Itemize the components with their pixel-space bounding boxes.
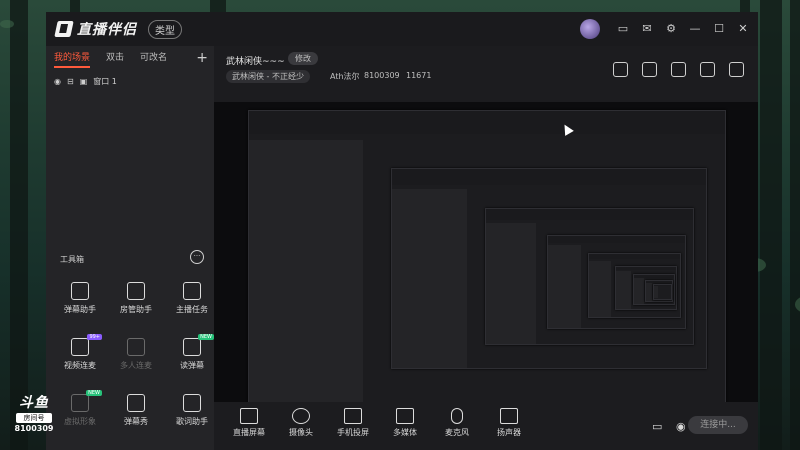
more-icon[interactable]: ··· bbox=[190, 250, 204, 264]
mode-badge[interactable]: 类型 bbox=[148, 19, 182, 39]
tab-double-click[interactable]: 双击 bbox=[98, 46, 132, 70]
screen-icon bbox=[240, 408, 258, 424]
app-window: 直播伴侣 类型 ▭ ✉ ⚙ — ☐ ✕ 我的场景 双击 可改名 + ◉ ⊟ ▣ … bbox=[46, 12, 758, 450]
app-logo: 直播伴侣 类型 bbox=[54, 18, 182, 40]
tool-item[interactable]: NEW 读弹幕 bbox=[164, 334, 220, 371]
tool-item[interactable]: 多人连麦 bbox=[108, 338, 164, 371]
watermark-id: 8100309 bbox=[14, 424, 54, 433]
tool-label: 房管助手 bbox=[120, 305, 152, 314]
media-icon bbox=[396, 408, 414, 424]
window-controls: ▭ ✉ ⚙ — ☐ ✕ bbox=[580, 19, 750, 39]
room-header: 武林闲侠~~~ 修改 武林闲侠 - 不正经少 Ath法尔 8100309 116… bbox=[214, 46, 758, 102]
tool-label: 主播任务 bbox=[176, 305, 208, 314]
logo-icon bbox=[54, 21, 74, 37]
tool-item[interactable]: 弹幕助手 bbox=[52, 282, 108, 315]
speaker-icon bbox=[500, 408, 518, 424]
phone-cast-icon bbox=[344, 408, 362, 424]
bottom-toolbar: 直播屏幕 摄像头 手机投屏 多媒体 麦克风 扬声器 ▭ ◉ ⚙ 连接中... bbox=[214, 402, 758, 450]
eye-icon[interactable]: ◉ bbox=[676, 420, 686, 433]
tool-item[interactable]: 房管助手 bbox=[108, 282, 164, 315]
room-title: 武林闲侠~~~ bbox=[226, 57, 285, 67]
close-icon[interactable]: ✕ bbox=[736, 22, 750, 36]
watermark-logo: 斗鱼 bbox=[19, 395, 49, 411]
share-icon[interactable] bbox=[729, 62, 744, 77]
stream-preview[interactable] bbox=[214, 102, 758, 402]
tool-icon bbox=[127, 338, 145, 356]
tool-label: 弹幕秀 bbox=[124, 417, 148, 426]
tool-tag: NEW bbox=[86, 390, 102, 396]
tool-icon: 99+ bbox=[71, 334, 102, 356]
edit-button[interactable]: 修改 bbox=[288, 52, 318, 65]
tool-icon bbox=[71, 282, 89, 300]
message-icon[interactable]: ✉ bbox=[640, 22, 654, 36]
room-id: 8100309 bbox=[364, 71, 400, 80]
tool-item[interactable]: 弹幕秀 bbox=[108, 394, 164, 427]
tab-rename[interactable]: 可改名 bbox=[132, 46, 175, 70]
camera-button[interactable]: 摄像头 bbox=[276, 408, 326, 438]
watermark-room-label: 房间号 bbox=[16, 413, 52, 423]
gift-icon[interactable] bbox=[613, 62, 628, 77]
tool-label: 视频连麦 bbox=[64, 361, 96, 370]
source-item[interactable]: ◉ ⊟ ▣ 窗口 1 bbox=[54, 76, 117, 87]
media-button[interactable]: 多媒体 bbox=[380, 408, 430, 438]
record-icon[interactable]: ▭ bbox=[652, 420, 662, 433]
bell-icon[interactable] bbox=[700, 62, 715, 77]
layout-icon[interactable] bbox=[671, 62, 686, 77]
lock-icon[interactable]: ⊟ bbox=[67, 77, 74, 86]
tool-icon: NEW bbox=[183, 334, 214, 356]
douyu-watermark: 斗鱼 房间号 8100309 bbox=[12, 392, 56, 433]
category-pill[interactable]: 武林闲侠 - 不正经少 bbox=[226, 70, 310, 83]
camera-icon bbox=[292, 408, 310, 424]
tool-icon bbox=[183, 282, 201, 300]
tool-item[interactable]: 99+ 视频连麦 bbox=[52, 334, 108, 371]
mic-icon bbox=[451, 408, 463, 424]
app-name: 直播伴侣 bbox=[77, 22, 137, 38]
tool-tag: 99+ bbox=[87, 334, 102, 340]
scene-tabs: 我的场景 双击 可改名 bbox=[46, 46, 214, 70]
tool-icon bbox=[183, 394, 201, 412]
tool-label: 多人连麦 bbox=[120, 361, 152, 370]
tool-tag: NEW bbox=[198, 334, 214, 340]
source-label: 窗口 1 bbox=[93, 77, 117, 86]
minimize-icon[interactable]: — bbox=[688, 22, 702, 36]
screen-button[interactable]: 直播屏幕 bbox=[224, 408, 274, 438]
window-icon: ▣ bbox=[79, 77, 88, 86]
settings-icon[interactable]: ⚙ bbox=[664, 22, 678, 36]
tool-icon: NEW bbox=[71, 390, 102, 412]
tool-item[interactable]: 歌词助手 bbox=[164, 394, 220, 427]
tool-icon bbox=[127, 282, 145, 300]
tool-label: 歌词助手 bbox=[176, 417, 208, 426]
tab-my-scene[interactable]: 我的场景 bbox=[46, 46, 98, 70]
avatar[interactable] bbox=[580, 19, 600, 39]
phone-cast-button[interactable]: 手机投屏 bbox=[328, 408, 378, 438]
speaker-button[interactable]: 扬声器 bbox=[484, 408, 534, 438]
tool-item[interactable]: NEW 虚拟形象 bbox=[52, 390, 108, 427]
mic-button[interactable]: 麦克风 bbox=[432, 408, 482, 438]
scene-panel: 我的场景 双击 可改名 + ◉ ⊟ ▣ 窗口 1 工具箱 ··· 弹幕助手 房管助… bbox=[46, 46, 214, 450]
tool-label: 读弹幕 bbox=[180, 361, 204, 370]
hot-value: 11671 bbox=[406, 71, 432, 80]
title-bar: 直播伴侣 类型 ▭ ✉ ⚙ — ☐ ✕ bbox=[46, 12, 758, 47]
nested-preview bbox=[652, 284, 672, 300]
maximize-icon[interactable]: ☐ bbox=[712, 22, 726, 36]
unlock-icon[interactable] bbox=[642, 62, 657, 77]
start-live-button[interactable]: 连接中... bbox=[688, 416, 748, 434]
tool-item[interactable]: 主播任务 bbox=[164, 282, 220, 315]
tool-label: 虚拟形象 bbox=[64, 417, 96, 426]
toolbox-title: 工具箱 bbox=[60, 255, 84, 264]
header-actions bbox=[613, 62, 744, 77]
tool-icon bbox=[127, 394, 145, 412]
tool-label: 弹幕助手 bbox=[64, 305, 96, 314]
add-scene-icon[interactable]: + bbox=[196, 50, 208, 66]
monitor-icon[interactable]: ▭ bbox=[616, 22, 630, 36]
eye-icon[interactable]: ◉ bbox=[54, 77, 61, 86]
anchor-name: Ath法尔 bbox=[330, 72, 360, 81]
